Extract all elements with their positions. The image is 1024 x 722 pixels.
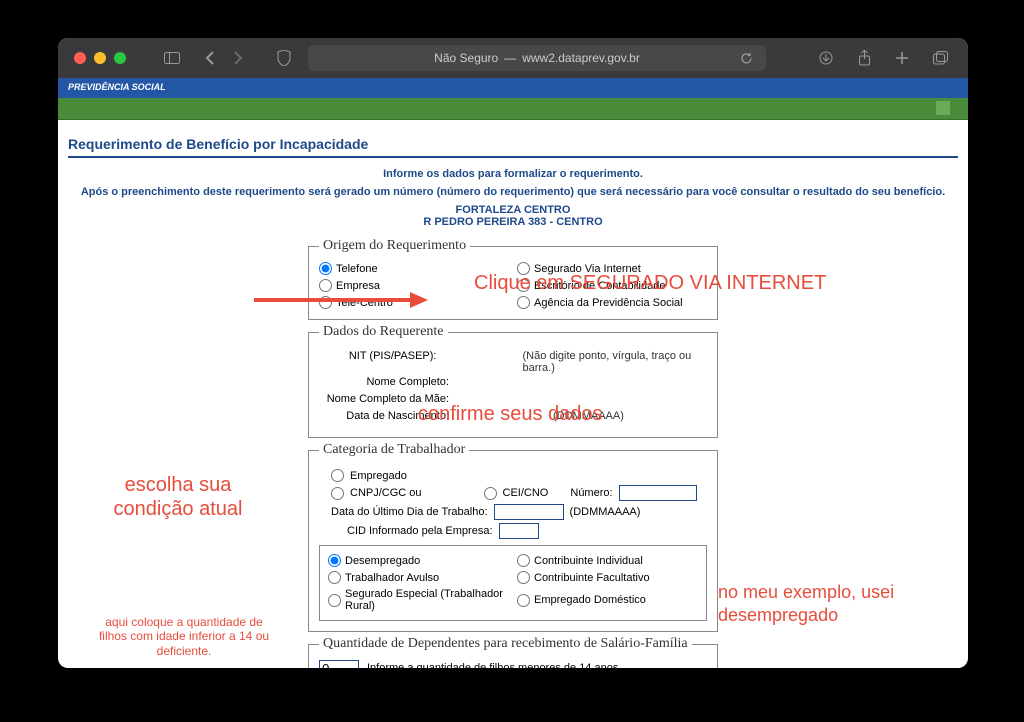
banner-text: PREVIDÊNCIA SOCIAL — [68, 82, 166, 92]
tabs-overview-icon[interactable] — [928, 46, 952, 70]
radio-cei[interactable] — [484, 487, 497, 500]
categoria-box2: Desempregado Contribuinte Individual Tra… — [319, 545, 707, 621]
privacy-shield-icon[interactable] — [272, 46, 296, 70]
radio-empregado[interactable] — [331, 469, 344, 482]
label-segurado-internet: Segurado Via Internet — [534, 263, 641, 275]
window-close-button[interactable] — [74, 52, 86, 64]
radio-telefone[interactable] — [319, 262, 332, 275]
sidebar-toggle-icon[interactable] — [160, 46, 184, 70]
requerente-fieldset: Dados do Requerente NIT (PIS/PASEP): (Nã… — [308, 324, 718, 438]
forward-button[interactable] — [226, 46, 250, 70]
label-empregado: Empregado — [350, 470, 407, 482]
nav-strip — [58, 98, 968, 120]
radio-avulso[interactable] — [328, 571, 341, 584]
dependentes-legend: Quantidade de Dependentes para recebimen… — [319, 636, 692, 652]
label-escritorio: Escritório de Contabilidade — [534, 280, 665, 292]
numero-input[interactable] — [619, 485, 697, 501]
radio-desempregado[interactable] — [328, 554, 341, 567]
label-domestico: Empregado Doméstico — [534, 594, 646, 606]
instructions-line2: Após o preenchimento deste requerimento … — [68, 186, 958, 198]
radio-domestico[interactable] — [517, 594, 530, 607]
instructions-line1: Informe os dados para formalizar o reque… — [68, 168, 958, 180]
traffic-lights — [74, 52, 126, 64]
url-text: www2.dataprev.gov.br — [522, 51, 640, 65]
radio-agencia[interactable] — [517, 296, 530, 309]
titlebar: Não Seguro — www2.dataprev.gov.br — [58, 38, 968, 78]
ddmm-hint: (DDMMAAAA) — [570, 506, 641, 518]
mae-label: Nome Completo da Mãe: — [319, 393, 449, 408]
ultimo-dia-input[interactable] — [494, 504, 564, 520]
label-ultimo-dia: Data do Último Dia de Trabalho: — [331, 506, 488, 518]
label-segurado-esp: Segurado Especial (Trabalhador Rural) — [345, 588, 509, 612]
label-numero: Número: — [570, 487, 612, 499]
label-cnpj: CNPJ/CGC ou — [350, 487, 422, 499]
window-minimize-button[interactable] — [94, 52, 106, 64]
dependentes-input[interactable] — [319, 660, 359, 668]
location-city: FORTALEZA CENTRO — [456, 204, 571, 216]
radio-cnpj[interactable] — [331, 487, 344, 500]
url-bar[interactable]: Não Seguro — www2.dataprev.gov.br — [308, 45, 766, 71]
requerente-legend: Dados do Requerente — [319, 324, 448, 340]
page-title: Requerimento de Benefício por Incapacida… — [68, 128, 958, 158]
label-cid: CID Informado pela Empresa: — [347, 525, 493, 537]
label-agencia: Agência da Previdência Social — [534, 297, 683, 309]
back-button[interactable] — [198, 46, 222, 70]
new-tab-icon[interactable] — [890, 46, 914, 70]
location-address: R PEDRO PEREIRA 383 - CENTRO — [423, 216, 602, 228]
nasc-hint: (DDMMAAAA) — [553, 410, 624, 425]
radio-contribuinte-fac[interactable] — [517, 571, 530, 584]
dependentes-hint: Informe a quantidade de filhos menores d… — [367, 662, 621, 668]
share-icon[interactable] — [852, 46, 876, 70]
nit-input[interactable] — [442, 350, 522, 374]
window-maximize-button[interactable] — [114, 52, 126, 64]
nit-hint: (Não digite ponto, vírgula, traço ou bar… — [522, 350, 707, 374]
nome-input[interactable] — [455, 376, 575, 391]
site-banner: PREVIDÊNCIA SOCIAL — [58, 78, 968, 98]
label-empresa: Empresa — [336, 280, 380, 292]
menu-toggle[interactable] — [936, 101, 950, 115]
radio-contribuinte-ind[interactable] — [517, 554, 530, 567]
cid-input[interactable] — [499, 523, 539, 539]
mae-input[interactable] — [455, 393, 575, 408]
label-telefone: Telefone — [336, 263, 378, 275]
browser-window: Não Seguro — www2.dataprev.gov.br PREVID — [58, 38, 968, 668]
arrow-to-segurado — [254, 292, 430, 308]
nasc-input[interactable] — [455, 410, 535, 425]
nome-label: Nome Completo: — [319, 376, 449, 391]
download-icon[interactable] — [814, 46, 838, 70]
label-desempregado: Desempregado — [345, 555, 420, 567]
categoria-fieldset: Categoria de Trabalhador Empregado CNPJ/… — [308, 442, 718, 632]
page-content: PREVIDÊNCIA SOCIAL Requerimento de Benef… — [58, 78, 968, 668]
label-contribuinte-fac: Contribuinte Facultativo — [534, 572, 650, 584]
radio-empresa[interactable] — [319, 279, 332, 292]
radio-segurado-internet[interactable] — [517, 262, 530, 275]
url-separator: — — [504, 51, 516, 65]
dependentes-fieldset: Quantidade de Dependentes para recebimen… — [308, 636, 718, 668]
categoria-legend: Categoria de Trabalhador — [319, 442, 469, 458]
origem-legend: Origem do Requerimento — [319, 238, 470, 254]
reload-icon[interactable] — [734, 46, 758, 70]
label-avulso: Trabalhador Avulso — [345, 572, 439, 584]
location-block: FORTALEZA CENTRO R PEDRO PEREIRA 383 - C… — [68, 204, 958, 228]
security-label: Não Seguro — [434, 51, 498, 65]
nit-label: NIT (PIS/PASEP): — [319, 350, 436, 374]
label-contribuinte-ind: Contribuinte Individual — [534, 555, 643, 567]
radio-segurado-esp[interactable] — [328, 594, 341, 607]
radio-escritorio[interactable] — [517, 279, 530, 292]
nasc-label: Data de Nascimento: — [319, 410, 449, 425]
label-cei: CEI/CNO — [503, 487, 549, 499]
